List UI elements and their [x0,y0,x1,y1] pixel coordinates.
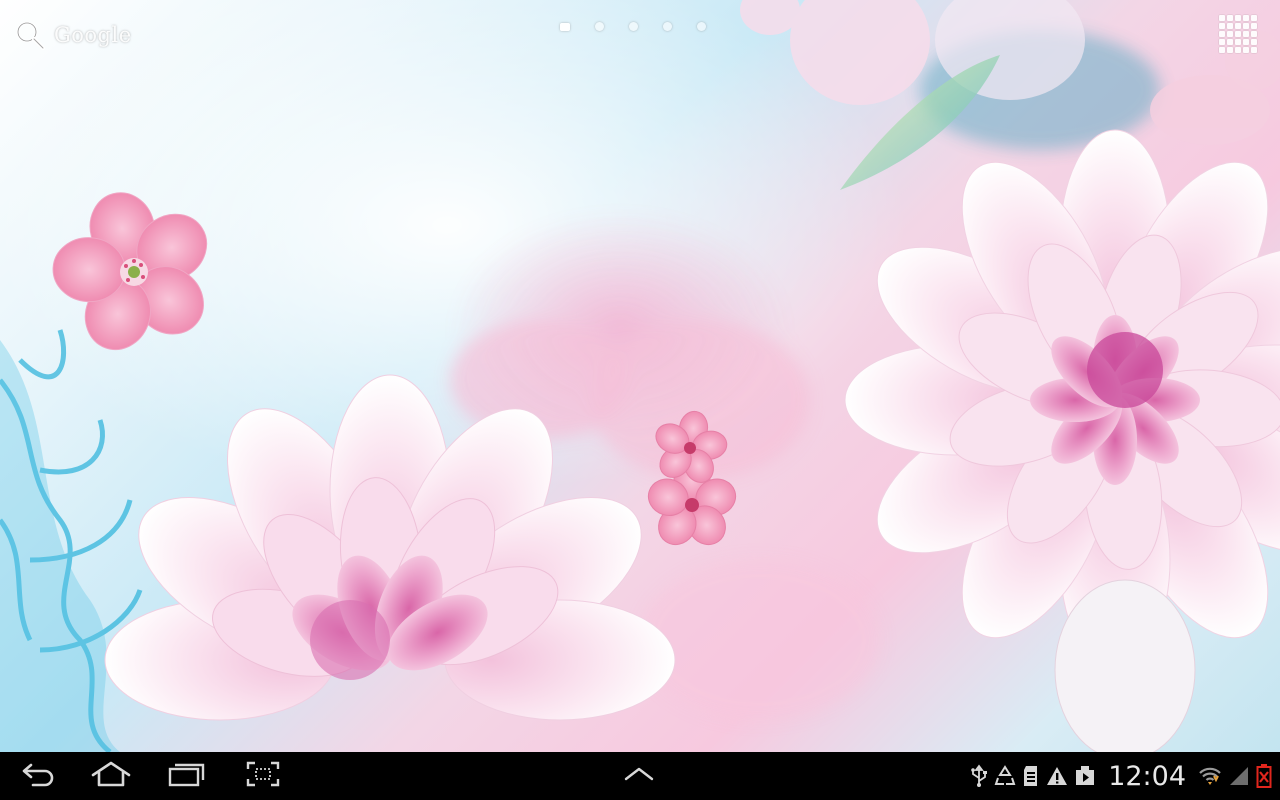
status-area[interactable]: 12:04 [970,752,1272,800]
system-navigation-bar: 12:04 [0,752,1280,800]
page-dot-2 [595,22,604,31]
wifi-icon [1198,764,1222,788]
page-dot-5 [697,22,706,31]
back-button[interactable] [4,752,74,800]
google-search-label: Google [54,23,132,47]
recent-apps-button[interactable] [152,752,222,800]
home-button[interactable] [76,752,146,800]
page-dot-4 [663,22,672,31]
app-drawer-toggle[interactable] [604,752,674,800]
signal-icon [1228,765,1250,787]
page-indicator [560,22,706,31]
page-dot-3 [629,22,638,31]
status-clock: 12:04 [1108,760,1186,792]
google-search-widget[interactable]: Google [14,18,132,52]
all-apps-icon[interactable] [1218,14,1258,54]
home-screen: Google 12:04 [0,0,1280,800]
page-dot-1 [560,23,570,31]
chevron-up-icon [622,764,656,788]
screenshot-icon [246,761,280,791]
battery-icon [1256,763,1272,789]
warning-icon [1046,765,1068,787]
usb-icon [970,764,988,788]
search-icon [14,19,46,51]
recent-apps-icon [168,761,206,791]
floral-wallpaper [0,0,1280,752]
download-icon [1074,765,1096,787]
home-icon [90,761,132,791]
recycle-icon [994,765,1016,787]
sd-card-icon [1022,764,1040,788]
back-icon [21,761,57,791]
screenshot-button[interactable] [228,752,298,800]
